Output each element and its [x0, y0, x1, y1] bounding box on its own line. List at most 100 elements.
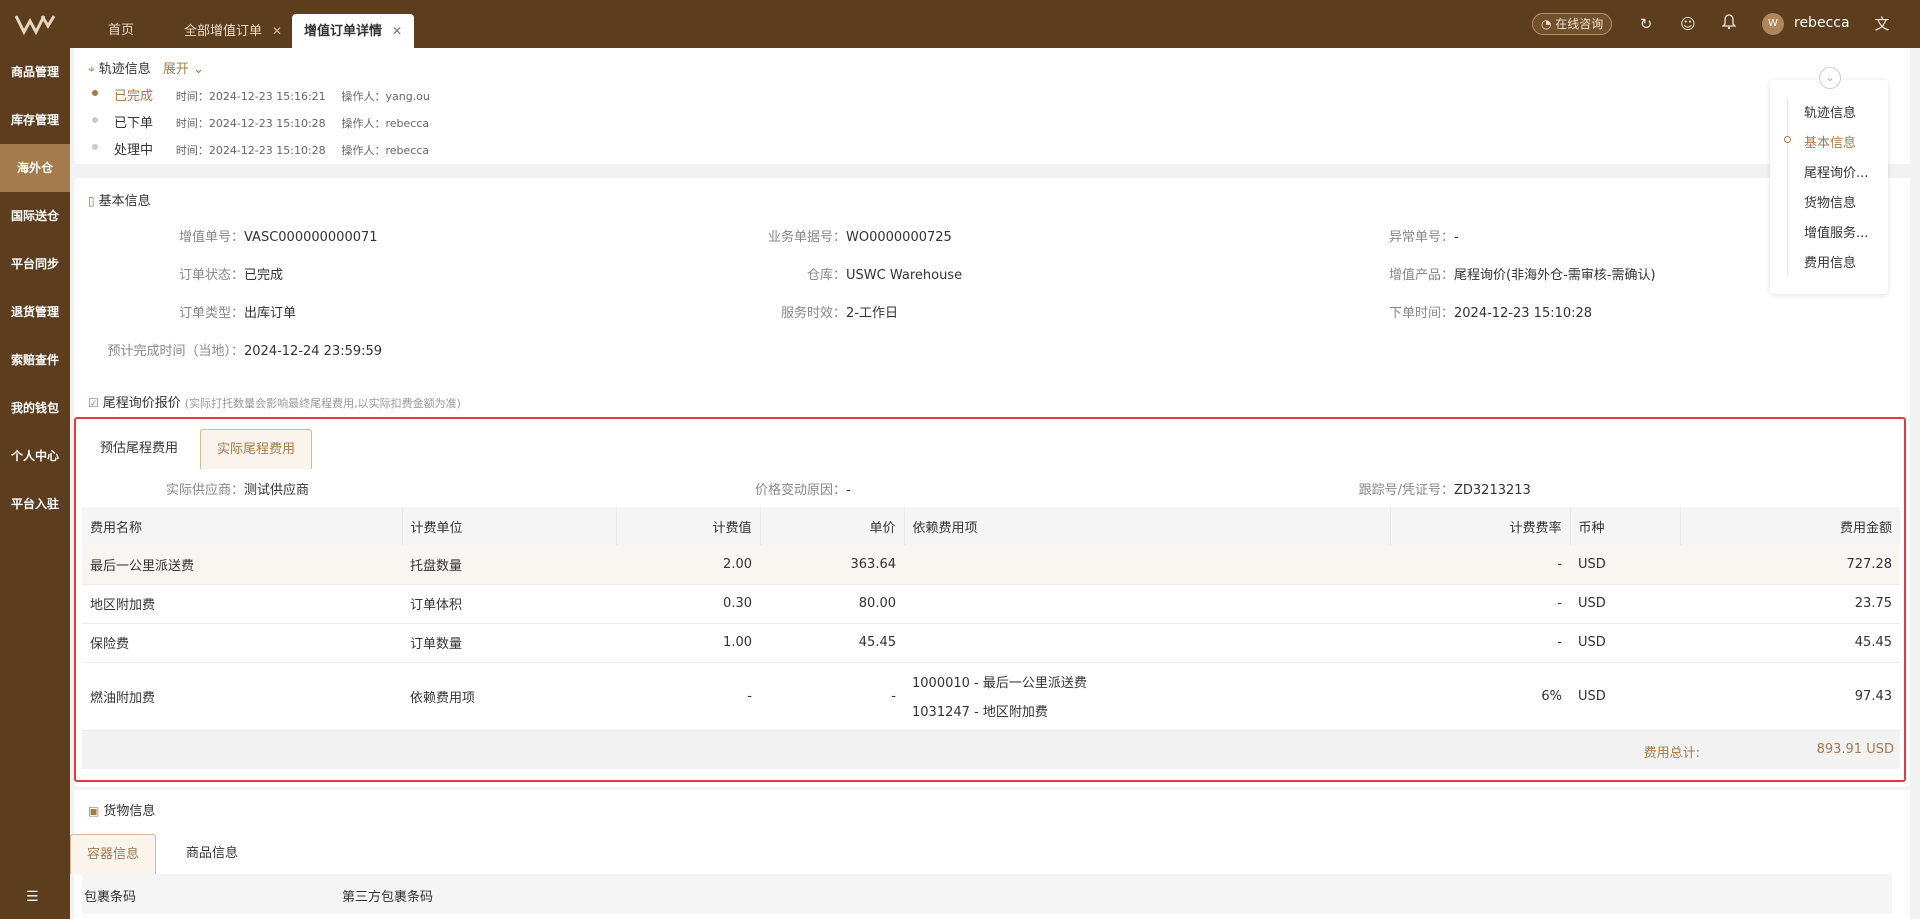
- tab-label: 增值订单详情: [304, 24, 383, 39]
- table-row: 保险费 订单数量 1.00 45.45 - USD 45.45: [82, 623, 1900, 663]
- location-pin-icon: ⌖: [88, 62, 95, 76]
- cell-fee-name: 最后一公里派送费: [82, 545, 402, 585]
- cell-rate: -: [1390, 545, 1570, 585]
- translate-icon[interactable]: 文: [1872, 14, 1892, 34]
- avatar[interactable]: W: [1762, 13, 1784, 35]
- field-supplier: 实际供应商：测试供应商: [74, 479, 309, 498]
- field-value: -: [1454, 230, 1459, 245]
- field-value: 2024-12-24 23:59:59: [244, 344, 383, 359]
- anchor-nav: ⌄ 轨迹信息 基本信息 尾程询价... 货物信息 增值服务... 费用信息: [1770, 67, 1888, 294]
- sidebar-item-overseas-warehouse[interactable]: 海外仓: [0, 144, 70, 192]
- field-label: 实际供应商：: [165, 483, 244, 498]
- anchor-fees[interactable]: 费用信息: [1804, 252, 1856, 271]
- track-panel: ⌖ 轨迹信息 展开 ⌄ 已完成 时间：2024-12-23 15:16:21 操作…: [74, 48, 1910, 164]
- dependent-fee-item: 1000010 - 最后一公里派送费: [912, 676, 1087, 691]
- basic-title: 基本信息: [98, 194, 151, 209]
- cell-unit: 订单数量: [402, 623, 616, 663]
- track-time: 时间：2024-12-23 15:10:28: [175, 117, 326, 130]
- cell-price: -: [760, 662, 904, 731]
- track-time: 时间：2024-12-23 15:16:21: [175, 90, 326, 103]
- bell-icon[interactable]: [1719, 14, 1739, 34]
- field-value: ZD3213213: [1454, 483, 1531, 498]
- online-consult-button[interactable]: ◔ 在线咨询: [1532, 13, 1613, 35]
- col-billing-unit: 计费单位: [402, 507, 617, 545]
- sidebar-item-wallet[interactable]: 我的钱包: [0, 384, 70, 432]
- quote-hint: (实际打托数量会影响最终尾程费用,以实际扣费金额为准): [184, 397, 461, 410]
- field-vas-no: 增值单号：VASC000000000071: [74, 226, 378, 245]
- tab-container-info[interactable]: 容器信息: [70, 834, 157, 874]
- anchor-cargo[interactable]: 货物信息: [1804, 192, 1856, 211]
- anchor-basic[interactable]: 基本信息: [1804, 132, 1856, 151]
- sidebar-item-products[interactable]: 商品管理: [0, 48, 70, 96]
- quote-section-title: ☑ 尾程询价报价 (实际打托数量会影响最终尾程费用,以实际扣费金额为准): [88, 392, 461, 411]
- sidebar-item-platform-onboard[interactable]: 平台入驻: [0, 480, 70, 528]
- field-order-status: 订单状态：已完成: [74, 264, 283, 283]
- sidebar-item-returns[interactable]: 退货管理: [0, 288, 70, 336]
- feedback-icon[interactable]: ☺: [1678, 14, 1698, 34]
- anchor-vas[interactable]: 增值服务...: [1804, 222, 1868, 241]
- anchor-quote[interactable]: 尾程询价...: [1804, 162, 1868, 181]
- track-status: 已完成: [114, 89, 154, 104]
- refresh-icon[interactable]: ↻: [1636, 14, 1656, 34]
- consult-label: 在线咨询: [1555, 17, 1604, 31]
- sidebar-item-inventory[interactable]: 库存管理: [0, 96, 70, 144]
- tab-label: 全部增值订单: [184, 24, 263, 39]
- track-time: 时间：2024-12-23 15:10:28: [175, 144, 326, 157]
- tab-all-vas-orders[interactable]: 全部增值订单 ✕: [172, 14, 294, 48]
- expand-toggle[interactable]: 展开 ⌄: [163, 62, 204, 77]
- sidebar-item-claims[interactable]: 索赔查件: [0, 336, 70, 384]
- field-warehouse: 仓库：USWC Warehouse: [674, 264, 962, 283]
- top-bar: 首页 全部增值订单 ✕ 增值订单详情 ✕ ◔ 在线咨询 ↻ ☺ W rebecca …: [0, 0, 1920, 48]
- field-value: 2-工作日: [846, 306, 898, 321]
- cell-price: 45.45: [760, 623, 904, 663]
- collapse-menu-icon[interactable]: ☰: [26, 889, 39, 905]
- cell-qty: -: [616, 662, 760, 731]
- field-eta: 预计完成时间（当地）：2024-12-24 23:59:59: [88, 340, 382, 359]
- cell-amount: 97.43: [1680, 662, 1900, 731]
- sidebar-item-platform-sync[interactable]: 平台同步: [0, 240, 70, 288]
- table-row: 地区附加费 订单体积 0.30 80.00 - USD 23.75: [82, 584, 1900, 624]
- dependent-fee-item: 1031247 - 地区附加费: [912, 705, 1048, 720]
- chat-icon: ◔: [1541, 17, 1556, 31]
- tab-actual-fee[interactable]: 实际尾程费用: [200, 429, 313, 469]
- tab-home[interactable]: 首页: [96, 14, 146, 48]
- track-title: 轨迹信息: [98, 62, 151, 77]
- close-icon[interactable]: ✕: [272, 24, 282, 38]
- col-billing-qty: 计费值: [616, 507, 761, 545]
- cell-amount: 727.28: [1680, 545, 1900, 585]
- chevron-up-icon[interactable]: ⌄: [1819, 67, 1841, 89]
- total-value: 893.91 USD: [1816, 742, 1894, 757]
- track-row: 已下单 时间：2024-12-23 15:10:28 操作人：rebecca: [92, 112, 441, 131]
- tab-product-info[interactable]: 商品信息: [170, 834, 254, 874]
- field-label: 跟踪号/凭证号：: [1358, 483, 1454, 498]
- cell-unit: 托盘数量: [402, 545, 616, 585]
- track-dot: [92, 117, 98, 123]
- field-label: 订单类型：: [178, 306, 244, 321]
- close-icon[interactable]: ✕: [392, 24, 402, 38]
- field-exception-no: 异常单号：-: [1274, 226, 1459, 245]
- cell-fee-name: 地区附加费: [82, 584, 402, 624]
- col-billing-rate: 计费费率: [1390, 507, 1571, 545]
- fee-total-bar: 费用总计: 893.91 USD: [82, 731, 1900, 769]
- brand-logo-icon[interactable]: [14, 12, 58, 36]
- tab-vas-order-detail[interactable]: 增值订单详情 ✕: [292, 14, 415, 48]
- track-status: 已下单: [114, 116, 154, 131]
- sidebar-item-profile[interactable]: 个人中心: [0, 432, 70, 480]
- cell-qty: 2.00: [616, 545, 760, 585]
- anchor-track[interactable]: 轨迹信息: [1804, 102, 1856, 121]
- field-value: -: [846, 483, 851, 498]
- tab-estimated-fee[interactable]: 预估尾程费用: [84, 429, 194, 469]
- field-label: 下单时间：: [1388, 306, 1454, 321]
- cell-rate: -: [1390, 623, 1570, 663]
- fee-table: 费用名称 计费单位 计费值 单价 依赖费用项 计费费率 币种 费用金额 最后一公…: [82, 507, 1900, 731]
- username[interactable]: rebecca: [1794, 15, 1850, 31]
- sidebar-item-intl-shipping[interactable]: 国际送仓: [0, 192, 70, 240]
- cell-unit: 依赖费用项: [402, 662, 616, 731]
- col-unit-price: 单价: [760, 507, 905, 545]
- cell-qty: 1.00: [616, 623, 760, 663]
- field-tracking-no: 跟踪号/凭证号：ZD3213213: [1274, 479, 1531, 498]
- field-value: 出库订单: [244, 306, 297, 321]
- table-row: 燃油附加费 依赖费用项 - - 1000010 - 最后一公里派送费 10312…: [82, 662, 1900, 731]
- field-value: 2024-12-23 15:10:28: [1454, 306, 1593, 321]
- anchor-line: [1787, 98, 1788, 276]
